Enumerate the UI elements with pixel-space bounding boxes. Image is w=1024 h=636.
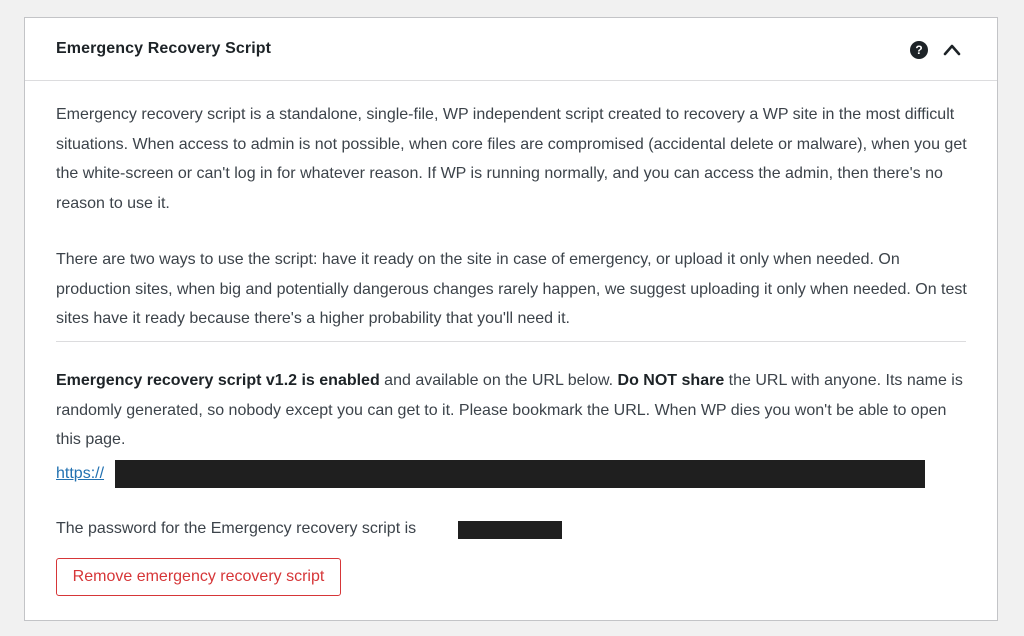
status-paragraph: Emergency recovery script v1.2 is enable…	[56, 366, 968, 455]
chevron-up-icon-svg	[943, 44, 961, 56]
panel-header: Emergency Recovery Script ?	[25, 18, 997, 81]
emergency-recovery-panel: Emergency Recovery Script ? Emergency re…	[24, 17, 998, 621]
panel-title: Emergency Recovery Script	[56, 40, 272, 57]
redacted-url-block	[115, 460, 925, 488]
redacted-password-block	[458, 521, 562, 539]
recovery-url-link[interactable]: https://	[56, 459, 104, 489]
intro-paragraph: Emergency recovery script is a standalon…	[56, 106, 967, 212]
recovery-url-row: https://	[56, 459, 968, 489]
section-divider	[56, 341, 966, 342]
password-label: The password for the Emergency recovery …	[56, 520, 417, 537]
enabled-status-text: Emergency recovery script v1.2 is enable…	[56, 372, 380, 389]
usage-paragraph: There are two ways to use the script: ha…	[56, 251, 967, 327]
help-icon[interactable]: ?	[910, 41, 928, 59]
password-row: The password for the Emergency recovery …	[56, 514, 968, 544]
availability-text: and available on the URL below.	[379, 372, 618, 389]
chevron-up-icon[interactable]	[941, 40, 963, 60]
remove-recovery-script-button[interactable]: Remove emergency recovery script	[56, 558, 341, 596]
do-not-share-text: Do NOT share	[617, 372, 725, 389]
